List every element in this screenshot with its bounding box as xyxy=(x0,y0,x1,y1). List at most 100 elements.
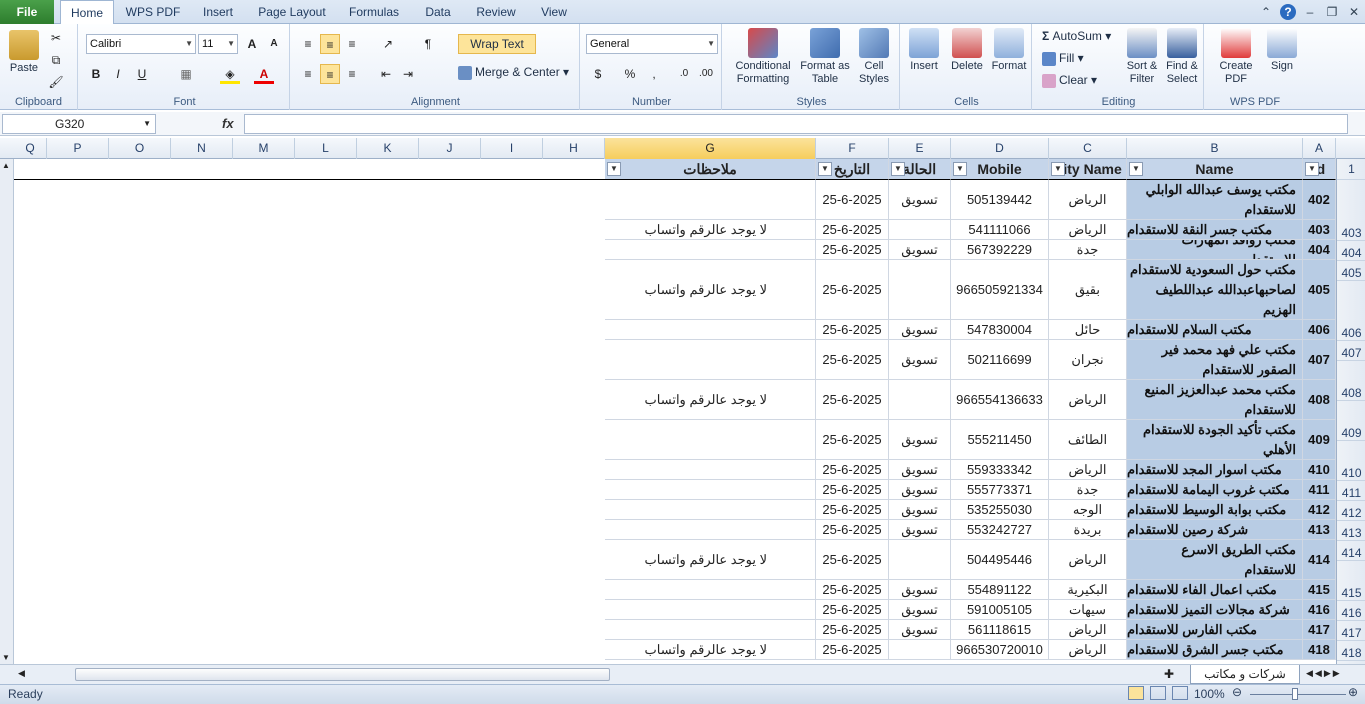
table-cell-status[interactable] xyxy=(889,540,951,580)
table-cell-name[interactable]: مكتب غروب اليمامة للاستقدام xyxy=(1127,480,1303,500)
page-break-view-icon[interactable] xyxy=(1172,686,1188,700)
close-window-icon[interactable]: ✕ xyxy=(1346,4,1362,20)
table-cell-note[interactable] xyxy=(605,600,816,620)
decrease-indent-icon[interactable]: ⇤ xyxy=(376,64,396,84)
filter-dropdown-icon[interactable]: ▼ xyxy=(818,162,832,176)
table-cell-status[interactable]: تسويق xyxy=(889,620,951,640)
table-cell-city[interactable]: الرياض xyxy=(1049,220,1127,240)
font-color-icon[interactable]: A xyxy=(254,64,274,84)
table-header-f[interactable]: التاريخ ▼ xyxy=(816,159,889,180)
autosum-button[interactable]: Σ AutoSum ▾ xyxy=(1042,30,1122,43)
table-cell-note[interactable] xyxy=(605,420,816,460)
table-cell-id[interactable]: 410 xyxy=(1303,460,1336,480)
row-header[interactable]: 417 xyxy=(1337,621,1365,641)
table-cell-status[interactable] xyxy=(889,380,951,420)
cut-icon[interactable]: ✂ xyxy=(46,28,66,48)
table-cell-date[interactable]: 25-6-2025 xyxy=(816,380,889,420)
new-sheet-icon[interactable]: ✚ xyxy=(1164,667,1174,681)
table-cell-city[interactable]: الرياض xyxy=(1049,620,1127,640)
table-cell-date[interactable]: 25-6-2025 xyxy=(816,500,889,520)
help-icon[interactable]: ? xyxy=(1280,4,1296,20)
table-cell-name[interactable]: مكتب محمد عبدالعزيز المنيع للاستقدام xyxy=(1127,380,1303,420)
table-cell-mobile[interactable]: 554891122 xyxy=(951,580,1049,600)
worksheet-grid[interactable]: QPONMLKJIHGFEDCBA 1 403 404 405 406 407 408 409… xyxy=(0,138,1365,664)
table-cell-id[interactable]: 403 xyxy=(1303,220,1336,240)
table-cell-mobile[interactable]: 502116699 xyxy=(951,340,1049,380)
row-header[interactable]: 413 xyxy=(1337,521,1365,541)
table-cell-date[interactable]: 25-6-2025 xyxy=(816,460,889,480)
table-header-c[interactable]: City Name ▼ xyxy=(1049,159,1127,180)
column-header-o[interactable]: O xyxy=(109,138,171,159)
table-cell-name[interactable]: مكتب روافد المهارات للاستقدام xyxy=(1127,240,1303,260)
sheet-nav-icon[interactable]: ◀◀▶▶ xyxy=(1306,668,1342,679)
orientation-icon[interactable]: ↗ xyxy=(378,34,398,54)
table-cell-name[interactable]: مكتب بوابة الوسيط للاستقدام xyxy=(1127,500,1303,520)
table-cell-name[interactable]: مكتب اسوار المجد للاستقدام xyxy=(1127,460,1303,480)
column-header-p[interactable]: P xyxy=(47,138,109,159)
table-cell-note[interactable]: لا يوجد عالرقم واتساب xyxy=(605,260,816,320)
table-cell-mobile[interactable]: 555773371 xyxy=(951,480,1049,500)
row-header[interactable]: 418 xyxy=(1337,641,1365,661)
table-cell-mobile[interactable]: 541111066 xyxy=(951,220,1049,240)
table-cell-city[interactable]: بقيق xyxy=(1049,260,1127,320)
zoom-slider-thumb[interactable] xyxy=(1292,688,1298,700)
table-cell-name[interactable]: شركة رصين للاستقدام xyxy=(1127,520,1303,540)
table-cell-id[interactable]: 412 xyxy=(1303,500,1336,520)
vertical-scrollbar[interactable]: ▲ ▼ xyxy=(0,159,14,664)
table-cell-name[interactable]: مكتب السلام للاستقدام xyxy=(1127,320,1303,340)
column-header-d[interactable]: D xyxy=(951,138,1049,159)
table-cell-date[interactable]: 25-6-2025 xyxy=(816,340,889,380)
table-cell-note[interactable] xyxy=(605,500,816,520)
zoom-slider[interactable] xyxy=(1250,694,1346,695)
table-cell-date[interactable]: 25-6-2025 xyxy=(816,320,889,340)
table-cell-city[interactable]: سيهات xyxy=(1049,600,1127,620)
table-cell-city[interactable]: الطائف xyxy=(1049,420,1127,460)
table-cell-date[interactable]: 25-6-2025 xyxy=(816,240,889,260)
table-cell-note[interactable] xyxy=(605,180,816,220)
formula-input[interactable] xyxy=(244,114,1348,134)
restore-window-icon[interactable]: ❐ xyxy=(1324,4,1340,20)
table-cell-note[interactable]: لا يوجد عالرقم واتساب xyxy=(605,640,816,660)
table-cell-city[interactable]: البكيرية xyxy=(1049,580,1127,600)
table-cell-status[interactable]: تسويق xyxy=(889,520,951,540)
table-cell-city[interactable]: جدة xyxy=(1049,240,1127,260)
table-cell-name[interactable]: شركة مجالات التميز للاستقدام xyxy=(1127,600,1303,620)
merge-center-button[interactable]: Merge & Center ▾ xyxy=(458,66,572,80)
table-cell-note[interactable] xyxy=(605,460,816,480)
italic-icon[interactable]: I xyxy=(108,64,128,84)
table-cell-note[interactable] xyxy=(605,520,816,540)
name-box[interactable]: G320 ▼ xyxy=(2,114,156,134)
table-cell-id[interactable]: 402 xyxy=(1303,180,1336,220)
table-cell-name[interactable]: مكتب علي فهد محمد فير الصقور للاستقدام xyxy=(1127,340,1303,380)
table-cell-note[interactable] xyxy=(605,340,816,380)
table-cell-city[interactable]: الرياض xyxy=(1049,180,1127,220)
create-pdf-button[interactable]: Create PDF xyxy=(1212,28,1260,86)
table-cell-mobile[interactable]: 504495446 xyxy=(951,540,1049,580)
grow-font-icon[interactable]: A xyxy=(242,34,262,54)
table-cell-date[interactable]: 25-6-2025 xyxy=(816,600,889,620)
conditional-formatting-button[interactable]: Conditional Formatting xyxy=(728,28,798,86)
fill-button[interactable]: Fill ▾ xyxy=(1042,52,1112,66)
table-cell-status[interactable]: تسويق xyxy=(889,500,951,520)
tab-view[interactable]: View xyxy=(532,0,576,24)
insert-cells-button[interactable]: Insert xyxy=(904,28,944,73)
column-header-n[interactable]: N xyxy=(171,138,233,159)
table-cell-city[interactable]: نجران xyxy=(1049,340,1127,380)
sheet-tab[interactable]: شركات و مكاتب xyxy=(1190,665,1300,684)
number-format-select[interactable]: General ▼ xyxy=(586,34,718,54)
tab-file[interactable]: File xyxy=(0,0,54,24)
table-cell-city[interactable]: الرياض xyxy=(1049,460,1127,480)
scroll-down-icon[interactable]: ▼ xyxy=(2,653,10,662)
table-cell-date[interactable]: 25-6-2025 xyxy=(816,540,889,580)
table-cell-id[interactable]: 411 xyxy=(1303,480,1336,500)
align-top-icon[interactable]: ≡ xyxy=(298,34,318,54)
table-cell-name[interactable]: مكتب جسر الشرق للاستقدام xyxy=(1127,640,1303,660)
table-cell-mobile[interactable]: 591005105 xyxy=(951,600,1049,620)
text-direction-icon[interactable]: ¶ xyxy=(418,34,438,54)
filter-dropdown-icon[interactable]: ▼ xyxy=(891,162,905,176)
scroll-left-icon[interactable]: ◀ xyxy=(18,668,25,679)
filter-dropdown-icon[interactable]: ▼ xyxy=(1129,162,1143,176)
row-header[interactable]: 411 xyxy=(1337,481,1365,501)
table-cell-date[interactable]: 25-6-2025 xyxy=(816,520,889,540)
table-cell-id[interactable]: 417 xyxy=(1303,620,1336,640)
